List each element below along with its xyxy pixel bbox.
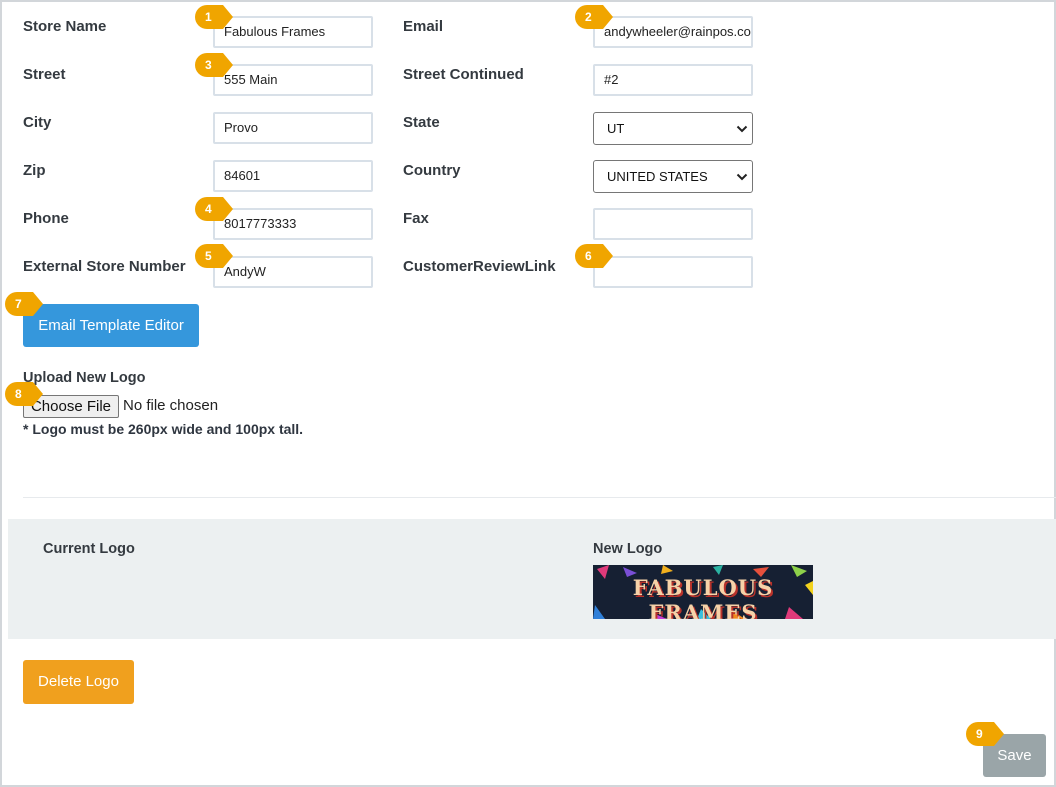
current-logo-label: Current Logo xyxy=(43,541,135,557)
email-template-editor-button[interactable]: Email Template Editor xyxy=(23,304,199,347)
external-store-number-label: External Store Number xyxy=(23,258,186,275)
country-select-value: UNITED STATES xyxy=(607,169,708,184)
phone-label: Phone xyxy=(23,210,69,227)
zip-label: Zip xyxy=(23,162,46,179)
state-label: State xyxy=(403,114,440,131)
zip-input[interactable]: 84601 xyxy=(213,160,373,192)
city-input[interactable]: Provo xyxy=(213,112,373,144)
callout-badge-4: 4 xyxy=(195,197,233,221)
callout-badge-1: 1 xyxy=(195,5,233,29)
state-select[interactable]: UT xyxy=(593,112,753,145)
store-name-label: Store Name xyxy=(23,18,107,35)
new-logo-image: FABULOUS FRAMES xyxy=(593,565,813,619)
street-input[interactable]: 555 Main xyxy=(213,64,373,96)
country-select[interactable]: UNITED STATES xyxy=(593,160,753,193)
section-divider xyxy=(23,497,1056,498)
callout-badge-3: 3 xyxy=(195,53,233,77)
chevron-down-icon xyxy=(736,173,748,181)
email-input[interactable]: andywheeler@rainpos.co xyxy=(593,16,753,48)
delete-logo-button[interactable]: Delete Logo xyxy=(23,660,134,704)
country-label: Country xyxy=(403,162,461,179)
store-settings-page: Store Name Fabulous Frames Email andywhe… xyxy=(0,0,1056,787)
new-logo-label: New Logo xyxy=(593,541,663,557)
store-name-input[interactable]: Fabulous Frames xyxy=(213,16,373,48)
state-select-value: UT xyxy=(607,121,625,136)
callout-badge-6: 6 xyxy=(575,244,613,268)
callout-badge-9: 9 xyxy=(966,722,1004,746)
phone-input[interactable]: 8017773333 xyxy=(213,208,373,240)
callout-badge-8: 8 xyxy=(5,382,43,406)
customer-review-link-input[interactable] xyxy=(593,256,753,288)
logo-panel: Current Logo New Logo FABULOUS FRAMES xyxy=(8,519,1056,639)
no-file-chosen-text: No file chosen xyxy=(123,397,219,414)
external-store-number-input[interactable]: AndyW xyxy=(213,256,373,288)
street-label: Street xyxy=(23,66,66,83)
fax-label: Fax xyxy=(403,210,429,227)
street-continued-label: Street Continued xyxy=(403,66,524,83)
logo-size-note: * Logo must be 260px wide and 100px tall… xyxy=(23,421,304,437)
street-continued-input[interactable]: #2 xyxy=(593,64,753,96)
email-label: Email xyxy=(403,18,444,35)
fax-input[interactable] xyxy=(593,208,753,240)
callout-badge-5: 5 xyxy=(195,244,233,268)
logo-text: FABULOUS FRAMES xyxy=(632,575,774,619)
city-label: City xyxy=(23,114,52,131)
chevron-down-icon xyxy=(736,125,748,133)
callout-badge-7: 7 xyxy=(5,292,43,316)
callout-badge-2: 2 xyxy=(575,5,613,29)
customer-review-link-label: CustomerReviewLink xyxy=(403,258,556,275)
